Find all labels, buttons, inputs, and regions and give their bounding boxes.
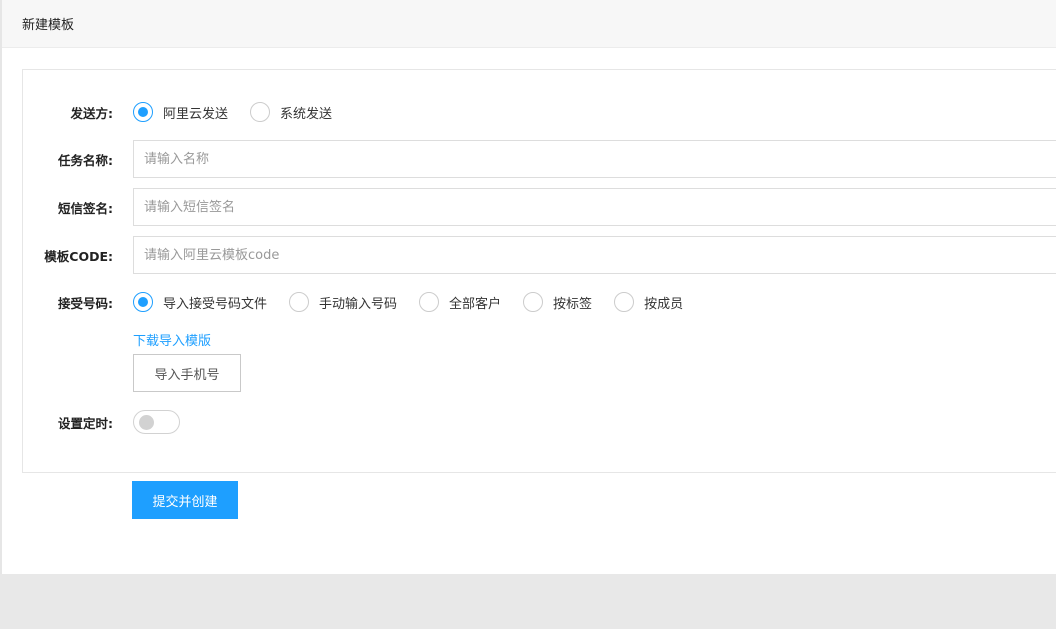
radio-by-tag[interactable]: 按标签 [523,292,592,312]
radio-label: 系统发送 [280,106,333,122]
radio-unchecked-icon [419,292,440,312]
submit-create-button[interactable]: 提交并创建 [132,481,238,519]
radio-label: 按成员 [644,296,684,312]
task-name-row: 任务名称: [23,140,1056,178]
radio-unchecked-icon [523,292,544,312]
radio-checked-icon [133,292,153,312]
radio-unchecked-icon [289,292,310,312]
radio-system[interactable]: 系统发送 [250,102,332,122]
radio-aliyun[interactable]: 阿里云发送 [133,102,228,122]
task-name-input[interactable] [133,140,1056,178]
radio-all-customers[interactable]: 全部客户 [419,292,501,312]
timer-label: 设置定时: [58,415,113,431]
sign-input[interactable] [133,188,1056,226]
radio-unchecked-icon [614,292,635,312]
radio-label: 阿里云发送 [163,106,229,122]
task-name-label: 任务名称: [58,152,113,168]
receiver-row: 接受号码: 导入接受号码文件 手动输入号码 全部客户 按标签 按成员 [23,292,705,312]
radio-unchecked-icon [250,102,271,122]
radio-import-file[interactable]: 导入接受号码文件 [133,292,267,312]
timer-toggle[interactable] [133,410,180,434]
radio-by-member[interactable]: 按成员 [614,292,683,312]
radio-label: 全部客户 [449,296,502,312]
radio-label: 导入接受号码文件 [163,296,268,312]
sender-row: 发送方: 阿里云发送 系统发送 [23,102,354,122]
radio-label: 手动输入号码 [319,296,398,312]
template-code-input[interactable] [133,236,1056,274]
template-code-row: 模板CODE: [23,236,1056,274]
timer-row: 设置定时: [23,410,180,434]
radio-manual-input[interactable]: 手动输入号码 [289,292,397,312]
sign-label: 短信签名: [58,200,113,216]
form-card: 发送方: 阿里云发送 系统发送 任务名称: 短信签名: 模板CODE: 接受号码… [22,69,1056,473]
template-code-label: 模板CODE: [44,248,113,264]
download-template-link[interactable]: 下载导入模版 [133,330,211,349]
receiver-label: 接受号码: [58,295,113,311]
sender-label: 发送方: [70,105,114,121]
page: 新建模板 发送方: 阿里云发送 系统发送 任务名称: 短信签名: 模板CODE:… [2,0,1056,574]
page-header: 新建模板 [2,0,1056,48]
sign-row: 短信签名: [23,188,1056,226]
radio-label: 按标签 [553,296,593,312]
radio-checked-icon [133,102,153,122]
import-phone-button[interactable]: 导入手机号 [133,354,241,392]
page-title: 新建模板 [22,18,75,33]
